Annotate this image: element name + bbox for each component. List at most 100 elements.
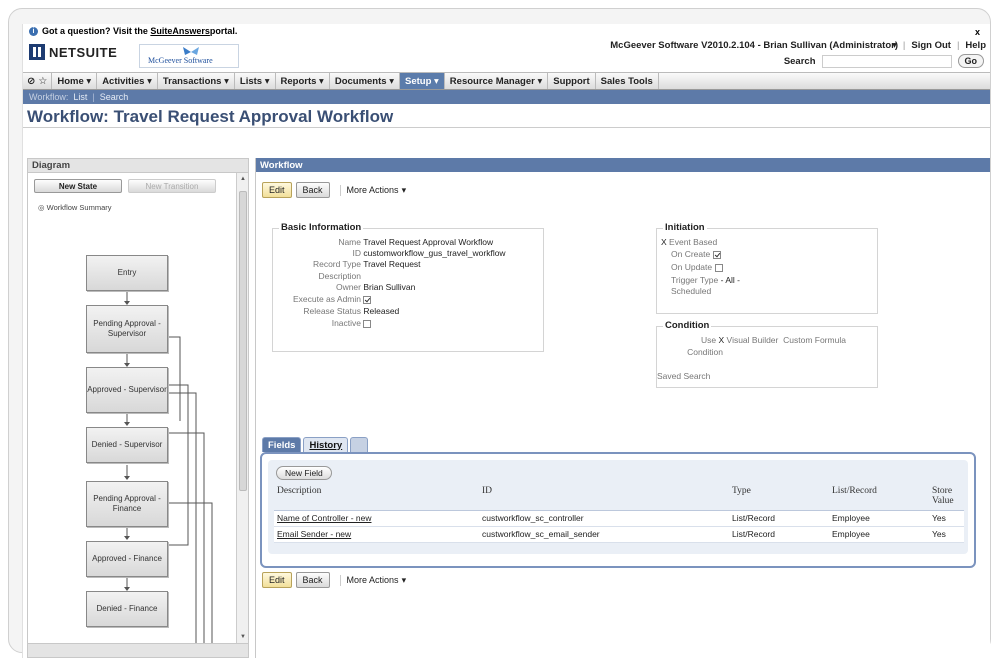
inactive-checkbox[interactable]: [363, 319, 372, 328]
edit-button-bottom[interactable]: Edit: [262, 572, 292, 588]
back-button[interactable]: Back: [295, 182, 330, 198]
help-link[interactable]: Help: [965, 40, 986, 51]
bottom-action-row: Edit Back More Actions ▾: [262, 572, 406, 588]
scheduled-label: Scheduled: [671, 286, 712, 296]
initiation-title: Initiation: [663, 222, 707, 233]
nav-home[interactable]: Home ▾: [52, 73, 98, 89]
record-type: Travel Request: [363, 259, 421, 269]
sub-nav: Workflow: List | Search: [23, 90, 990, 104]
more-actions-menu[interactable]: More Actions ▾: [339, 184, 406, 196]
new-field-button[interactable]: New Field: [276, 466, 332, 480]
subnav-list-link[interactable]: List: [73, 92, 87, 102]
nav-icons: ⊘ ☆: [23, 73, 53, 89]
main-nav: ⊘ ☆ Home ▾ Activities ▾ Transactions ▾ L…: [23, 72, 990, 90]
field-store-value: Yes: [929, 526, 964, 543]
field-type: List/Record: [729, 526, 829, 543]
info-icon: i: [29, 26, 38, 36]
more-actions-menu-bottom[interactable]: More Actions ▾: [339, 574, 406, 586]
field-store-value: Yes: [929, 510, 964, 527]
question-banner: i Got a question? Visit the SuiteAnswers…: [23, 24, 990, 38]
col-id[interactable]: ID: [479, 484, 729, 511]
execute-as-admin-checkbox[interactable]: [363, 295, 372, 304]
state-pending-approval-supervisor[interactable]: Pending Approval - Supervisor: [86, 305, 168, 353]
nav-documents[interactable]: Documents ▾: [330, 73, 400, 89]
diagram-header: Diagram: [28, 159, 248, 173]
nav-reports[interactable]: Reports ▾: [276, 73, 330, 89]
table-row[interactable]: Name of Controller - new custworkflow_sc…: [274, 510, 964, 527]
field-list-record: Employee: [829, 526, 929, 543]
recent-records-icon[interactable]: ⊘: [27, 76, 35, 87]
scroll-thumb[interactable]: [239, 191, 247, 491]
nav-lists[interactable]: Lists ▾: [235, 73, 276, 89]
suiteanswers-link[interactable]: SuiteAnswers: [150, 26, 210, 36]
nav-sales-tools[interactable]: Sales Tools: [596, 73, 659, 89]
field-id: custworkflow_sc_controller: [479, 510, 729, 527]
netsuite-mark-icon: [29, 44, 45, 60]
state-approved-finance[interactable]: Approved - Finance: [86, 541, 168, 577]
state-denied-finance[interactable]: Denied - Finance: [86, 591, 168, 627]
state-denied-supervisor[interactable]: Denied - Supervisor: [86, 427, 168, 463]
user-links: ▾ | Sign Out | Help: [892, 40, 986, 51]
workflow-panel: Workflow Edit Back More Actions ▾ Basic I…: [255, 158, 990, 658]
workflow-name: Travel Request Approval Workflow: [363, 237, 494, 247]
back-button-bottom[interactable]: Back: [295, 572, 330, 588]
field-type: List/Record: [729, 510, 829, 527]
scroll-up-icon[interactable]: ▲: [237, 173, 249, 185]
sign-out-link[interactable]: Sign Out: [911, 40, 951, 51]
shortcuts-star-icon[interactable]: ☆: [38, 76, 47, 87]
tab-fields[interactable]: Fields: [262, 437, 302, 452]
col-list-record[interactable]: List/Record: [829, 484, 929, 511]
question-suffix: portal.: [209, 26, 238, 36]
nav-support[interactable]: Support: [548, 73, 596, 89]
search-input[interactable]: [821, 54, 952, 68]
initiation-section: Initiation X Event Based On Create On Up…: [656, 222, 878, 314]
tab-extra[interactable]: [350, 437, 369, 452]
diagram-canvas: New State New Transition ◎ Workflow Summ…: [28, 173, 238, 643]
fields-panel-inner: New Field Description ID Type List/Recor…: [268, 460, 968, 554]
field-description-link[interactable]: Name of Controller - new: [274, 510, 479, 527]
table-header-row: Description ID Type List/Record Store Va…: [274, 484, 964, 511]
on-create-checkbox[interactable]: [712, 250, 721, 259]
condition-section: Condition Use X Visual Builder Custom Fo…: [656, 320, 878, 388]
custom-formula-option: Custom Formula: [783, 335, 846, 345]
table-row[interactable]: Email Sender - new custworkflow_sc_email…: [274, 526, 964, 543]
owner: Brian Sullivan: [363, 282, 416, 292]
edit-button[interactable]: Edit: [262, 182, 292, 198]
visual-builder-option: Visual Builder: [726, 335, 779, 345]
diagram-footer: [28, 643, 248, 657]
role-menu-icon[interactable]: ▾: [892, 40, 897, 51]
subnav-search-link[interactable]: Search: [100, 92, 129, 102]
nav-setup[interactable]: Setup ▾: [399, 73, 445, 89]
butterfly-icon: [183, 47, 199, 55]
field-description-link[interactable]: Email Sender - new: [274, 526, 479, 543]
tab-history[interactable]: History: [303, 437, 349, 452]
nav-activities[interactable]: Activities ▾: [97, 73, 158, 89]
col-description[interactable]: Description: [274, 484, 479, 511]
on-update-checkbox[interactable]: [714, 263, 723, 272]
close-banner-icon[interactable]: x: [975, 27, 980, 37]
question-prefix: Got a question? Visit the: [42, 26, 148, 36]
col-type[interactable]: Type: [729, 484, 829, 511]
state-approved-supervisor[interactable]: Approved - Supervisor: [86, 367, 168, 413]
diagram-panel: Diagram New State New Transition ◎ Workf…: [27, 158, 249, 658]
field-list-record: Employee: [829, 510, 929, 527]
state-pending-approval-finance[interactable]: Pending Approval - Finance: [86, 481, 168, 527]
basic-information-title: Basic Information: [279, 222, 364, 233]
user-info: McGeever Software V2010.2.104 - Brian Su…: [610, 40, 898, 51]
subnav-prefix: Workflow:: [29, 92, 69, 102]
fields-table: Description ID Type List/Record Store Va…: [274, 484, 964, 543]
field-id: custworkflow_sc_email_sender: [479, 526, 729, 543]
search-label: Search: [783, 55, 816, 67]
fields-panel: New Field Description ID Type List/Recor…: [260, 452, 976, 568]
scroll-down-icon[interactable]: ▼: [237, 631, 249, 643]
header: NETSUITE McGeever Software McGeever Soft…: [23, 38, 990, 72]
diagram-scrollbar[interactable]: ▲ ▼: [236, 173, 248, 643]
nav-resource-manager[interactable]: Resource Manager ▾: [445, 73, 549, 89]
netsuite-logo[interactable]: NETSUITE: [29, 44, 117, 60]
company-logo: McGeever Software: [139, 44, 239, 68]
page-title: Workflow: Travel Request Approval Workfl…: [23, 106, 990, 128]
col-store-value[interactable]: Store Value: [929, 484, 964, 511]
state-entry[interactable]: Entry: [86, 255, 168, 291]
nav-transactions[interactable]: Transactions ▾: [158, 73, 235, 89]
go-button[interactable]: Go: [957, 54, 984, 68]
